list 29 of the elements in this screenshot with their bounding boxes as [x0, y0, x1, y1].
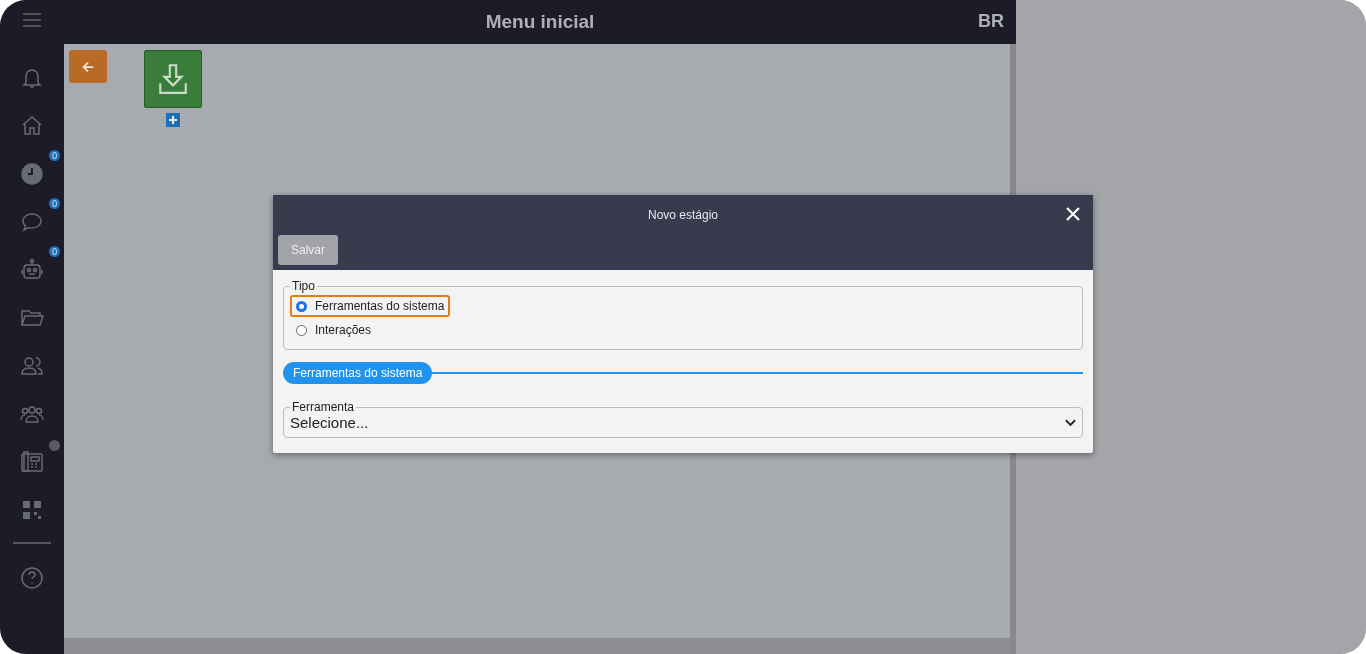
users-icon[interactable] [20, 354, 44, 378]
group-legend: Tipo [290, 279, 317, 293]
desk-phone-icon[interactable] [20, 450, 44, 474]
chat-bubble-icon[interactable] [20, 210, 44, 234]
page-title: Menu inicial [485, 11, 595, 33]
clock-icon[interactable] [20, 162, 44, 186]
dialog-title: Novo estágio [647, 208, 718, 222]
field-legend: Ferramenta [290, 400, 357, 414]
download-icon [156, 62, 190, 96]
add-icon[interactable] [166, 113, 180, 127]
help-icon[interactable] [20, 566, 44, 590]
back-button[interactable] [69, 50, 107, 83]
close-icon[interactable] [1065, 206, 1081, 222]
download-node[interactable] [144, 50, 202, 108]
notification-badge: 0 [49, 198, 60, 209]
radio-option[interactable]: Ferramentas do sistema [290, 295, 451, 317]
home-icon[interactable] [20, 114, 44, 138]
chevron-down-icon [1065, 418, 1076, 427]
notification-badge: 0 [49, 150, 60, 161]
tool-select[interactable]: Ferramenta Selecione... [283, 400, 1083, 438]
qr-code-icon[interactable] [20, 498, 44, 522]
notification-badge: 0 [49, 246, 60, 257]
robot-icon[interactable] [20, 258, 44, 282]
radio-option[interactable]: Interações [290, 319, 378, 341]
arrow-left-icon [81, 59, 95, 74]
section-label: Ferramentas do sistema [283, 362, 433, 384]
bell-icon[interactable] [20, 66, 44, 90]
menu-icon[interactable] [22, 12, 42, 28]
language-label[interactable]: BR [978, 11, 1004, 32]
